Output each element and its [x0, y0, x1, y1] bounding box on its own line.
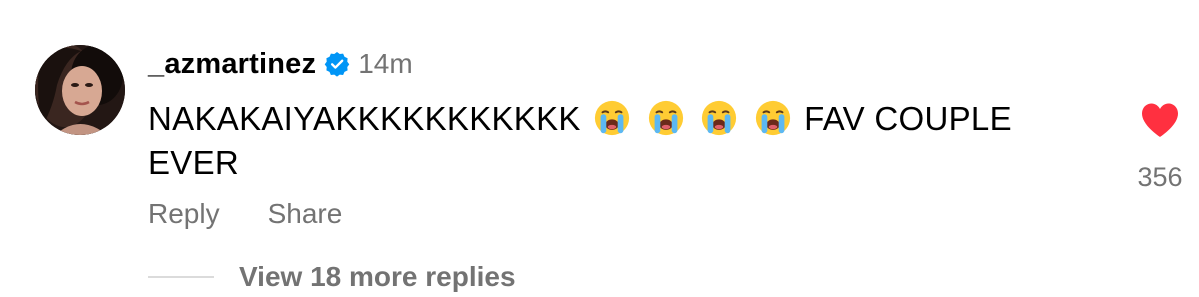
username-link[interactable]: _azmartinez: [148, 48, 316, 81]
view-replies-button[interactable]: View 18 more replies: [148, 259, 516, 295]
loudly-crying-face-emoji-icon: [647, 99, 685, 137]
heart-filled-icon[interactable]: [1140, 102, 1180, 138]
loudly-crying-face-emoji-icon: [754, 99, 792, 137]
view-replies-label: View 18 more replies: [239, 261, 516, 292]
loudly-crying-face-emoji-icon: [593, 99, 631, 137]
reply-button[interactable]: Reply: [148, 198, 220, 230]
loudly-crying-face-emoji-icon: [700, 99, 738, 137]
share-button[interactable]: Share: [268, 198, 343, 230]
like-control: 356: [1130, 102, 1190, 193]
avatar-photo: [35, 45, 125, 135]
comment-item: _azmartinez 14m NAKAKAIYAKKKKKKKKKKK FAV…: [0, 0, 1199, 297]
avatar[interactable]: [35, 45, 125, 135]
verified-badge-icon: [324, 51, 350, 77]
like-count: 356: [1137, 162, 1183, 192]
comment-header: _azmartinez 14m: [148, 46, 413, 82]
comment-timestamp: 14m: [358, 48, 413, 79]
comment-text-lead: NAKAKAIYAKKKKKKKKKKK: [148, 100, 581, 137]
comment-actions: Reply Share: [148, 196, 342, 232]
comment-text: NAKAKAIYAKKKKKKKKKKK FAV COUPLE EVER: [148, 97, 1088, 185]
replies-divider-line: [148, 276, 214, 278]
